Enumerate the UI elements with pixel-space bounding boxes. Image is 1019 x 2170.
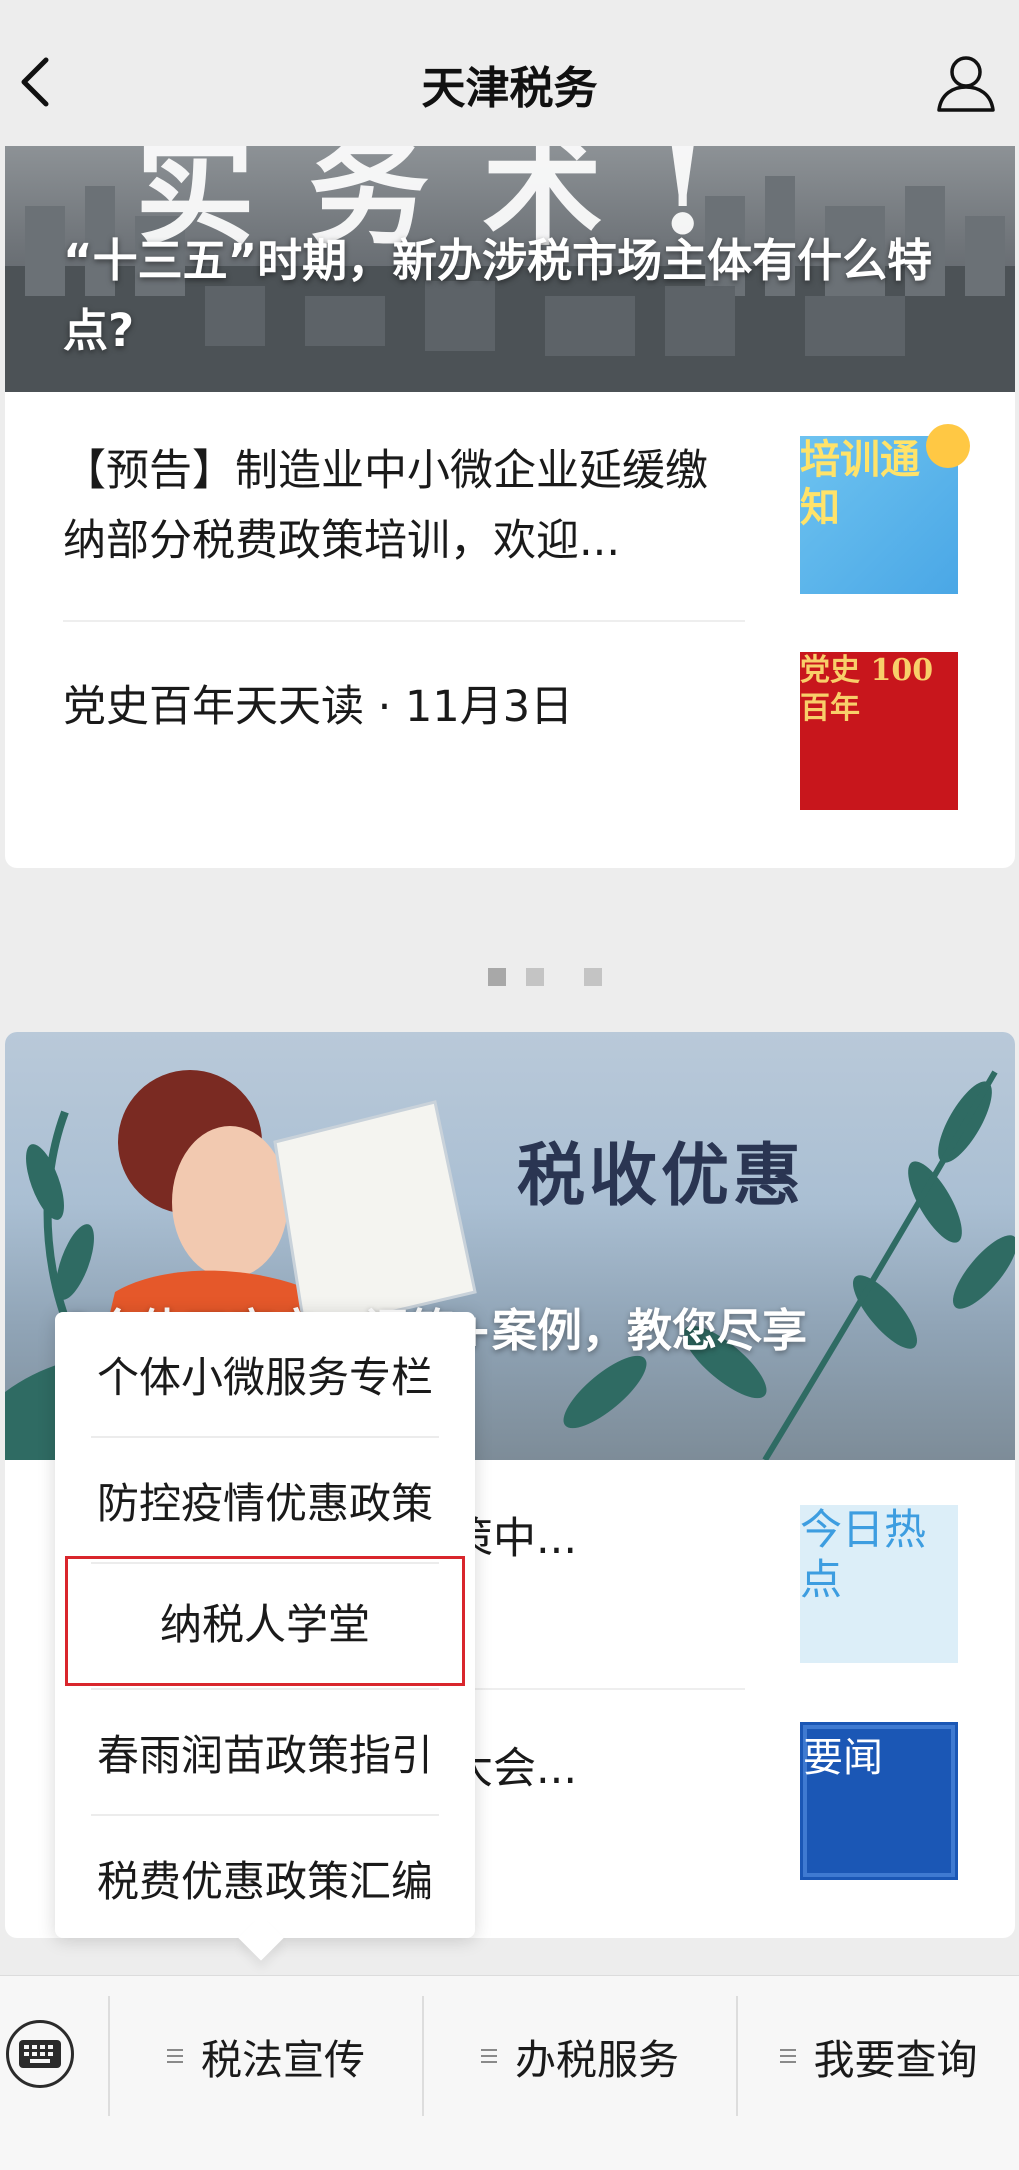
- keyboard-icon: [19, 2040, 61, 2068]
- menu-item-epidemic-policy[interactable]: 防控疫情优惠政策: [55, 1438, 475, 1562]
- tab-label: 税法宣传: [201, 2036, 365, 2084]
- menu-lines-icon: [779, 2045, 796, 2067]
- party-history-thumbnail: 党史 100 百年: [800, 652, 958, 810]
- carousel-indicator: [0, 968, 1019, 988]
- training-notice-thumbnail: 培训通知: [800, 424, 970, 594]
- tab-tax-services[interactable]: 办税服务: [424, 1976, 736, 2136]
- popup-submenu: 个体小微服务专栏 防控疫情优惠政策 纳税人学堂 春雨润苗政策指引 税费优惠政策汇…: [55, 1312, 475, 1961]
- menu-item-policy-guide[interactable]: 春雨润苗政策指引: [55, 1690, 475, 1814]
- menu-lines-icon: [481, 2045, 497, 2067]
- tab-query[interactable]: 我要查询: [738, 1976, 1019, 2136]
- menu-item-taxpayer-school[interactable]: 纳税人学堂: [65, 1556, 465, 1686]
- hero-heading: 税收优惠: [517, 1136, 806, 1216]
- keyboard-toggle-button[interactable]: [6, 2020, 74, 2088]
- list-item-title: 【预告】制造业中小微企业延缓缴纳部分税费政策培训，欢迎...: [63, 446, 708, 566]
- tab-label: 我要查询: [813, 2036, 978, 2084]
- page-title: 天津税务: [421, 63, 598, 114]
- profile-button[interactable]: [933, 50, 999, 116]
- bottom-menu-bar: 税法宣传 办税服务 我要查询: [0, 1975, 1019, 2170]
- hero-caption: “十三五”时期，新办涉税市场主体有什么特点?: [63, 234, 933, 357]
- menu-lines-icon: [167, 2045, 183, 2067]
- carousel-dot[interactable]: [526, 968, 544, 986]
- tab-tax-law-publicity[interactable]: 税法宣传: [110, 1976, 422, 2136]
- carousel-dot[interactable]: [584, 968, 602, 986]
- news-thumbnail: 要闻: [800, 1722, 958, 1880]
- user-icon: [937, 56, 995, 112]
- menu-item-small-business[interactable]: 个体小微服务专栏: [55, 1312, 475, 1436]
- nav-bar: 天津税务: [0, 0, 1019, 146]
- tab-label: 办税服务: [515, 2036, 679, 2084]
- today-hotspot-thumbnail: 今日热点: [800, 1505, 958, 1663]
- hero-article[interactable]: 实 务 术 ! “十三五”时期，新办涉税市场主体有什么特点?: [5, 146, 1015, 392]
- list-item-title: 党史百年天天读 · 11月3日: [63, 682, 574, 732]
- carousel-dot-active[interactable]: [488, 968, 506, 986]
